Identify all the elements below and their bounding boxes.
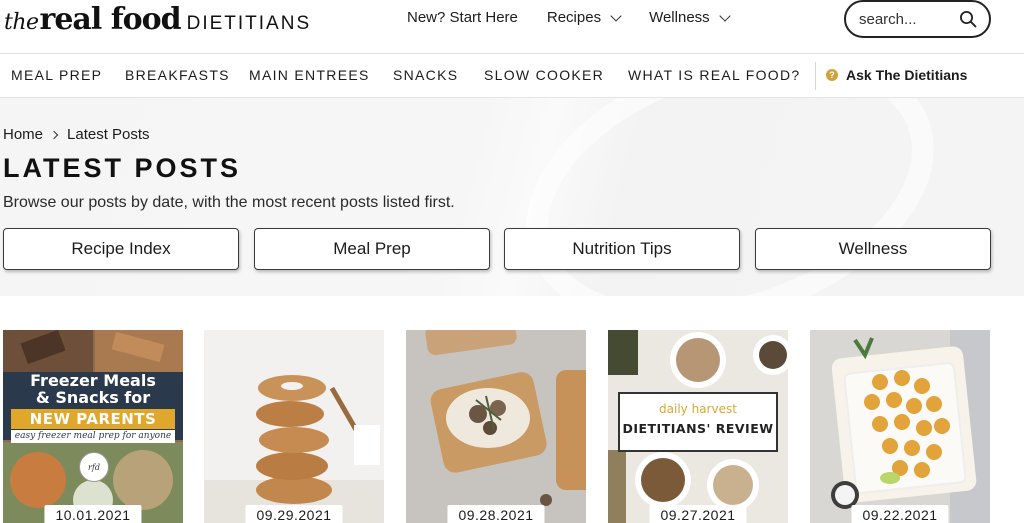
page-title: LATEST POSTS [3,153,242,183]
catnav-item-main-entrees[interactable]: MAIN ENTREES [249,67,370,83]
post-card[interactable]: 09.28.2021 [406,330,586,523]
catnav-divider [815,62,816,90]
breadcrumb: Home Latest Posts [3,126,150,143]
catnav-item-slow-cooker[interactable]: SLOW COOKER [484,67,604,83]
category-navigation: MEAL PREP BREAKFASTS MAIN ENTREES SNACKS… [0,54,1024,98]
breadcrumb-home[interactable]: Home [3,126,43,143]
chevron-right-icon [49,130,59,139]
topnav-label: Wellness [649,9,710,26]
overlay-title-line2: & Snacks for [35,388,151,407]
overlay-title-line1: Freezer Meals [30,371,156,390]
overlay-line2: DIETITIANS' REVIEW [622,421,774,436]
search-input[interactable] [859,9,959,29]
post-card[interactable]: 09.22.2021 [810,330,990,523]
site-logo[interactable]: the real food DIETITIANS [4,2,311,38]
post-date: 10.01.2021 [44,505,142,523]
site-header: the real food DIETITIANS New? Start Here… [0,0,1024,54]
page-description: Browse our posts by date, with the most … [3,194,455,211]
breadcrumb-current: Latest Posts [67,126,150,143]
wellness-button[interactable]: Wellness [755,228,991,270]
post-card[interactable]: daily harvest DIETITIANS' REVIEW 09.27.2… [608,330,788,523]
post-date: 09.22.2021 [851,505,949,523]
overlay-line1: daily harvest [659,402,737,416]
overlay-subtitle: NEW PARENTS [11,409,175,429]
topnav-label: Recipes [546,9,602,26]
post-date: 09.28.2021 [447,505,545,523]
overlay-tagline: easy freezer meal prep for anyone [11,430,175,443]
nutrition-tips-button[interactable]: Nutrition Tips [504,228,740,270]
post-image [204,330,384,523]
overlay-box: daily harvest DIETITIANS' REVIEW [618,392,778,452]
post-image [810,330,990,523]
ask-the-dietitians-link[interactable]: ? Ask The Dietitians [826,67,967,83]
topnav-recipes[interactable]: Recipes [546,9,622,26]
overlay-title: Freezer Meals & Snacks for [3,372,183,406]
meal-prep-button[interactable]: Meal Prep [254,228,490,270]
chevron-down-icon [610,9,622,22]
overlay-badge: rfd [79,452,109,482]
catnav-item-what-is-real-food[interactable]: WHAT IS REAL FOOD? [628,67,801,83]
post-date: 09.29.2021 [245,505,343,523]
post-date: 09.27.2021 [649,505,747,523]
ask-label: Ask The Dietitians [846,67,968,83]
catnav-item-breakfasts[interactable]: BREAKFASTS [125,67,230,83]
search-box [844,0,991,38]
top-navigation: New? Start Here Recipes Wellness [407,9,731,26]
recipe-index-button[interactable]: Recipe Index [3,228,239,270]
logo-dietitians: DIETITIANS [186,13,312,34]
chevron-down-icon [719,9,731,22]
post-card[interactable]: 09.29.2021 [204,330,384,523]
logo-the: the [4,10,39,35]
catnav-item-meal-prep[interactable]: MEAL PREP [11,67,102,83]
catnav-item-snacks[interactable]: SNACKS [393,67,458,83]
search-icon[interactable] [959,10,977,28]
question-icon: ? [826,69,838,81]
page-hero: Home Latest Posts LATEST POSTS Browse ou… [0,98,1024,296]
post-image [406,330,586,523]
topnav-label: New? Start Here [407,9,518,26]
topnav-wellness[interactable]: Wellness [649,9,731,26]
logo-real-food: real food [39,2,182,37]
post-card[interactable]: Freezer Meals & Snacks for NEW PARENTS e… [3,330,183,523]
topnav-new-start-here[interactable]: New? Start Here [407,9,518,26]
